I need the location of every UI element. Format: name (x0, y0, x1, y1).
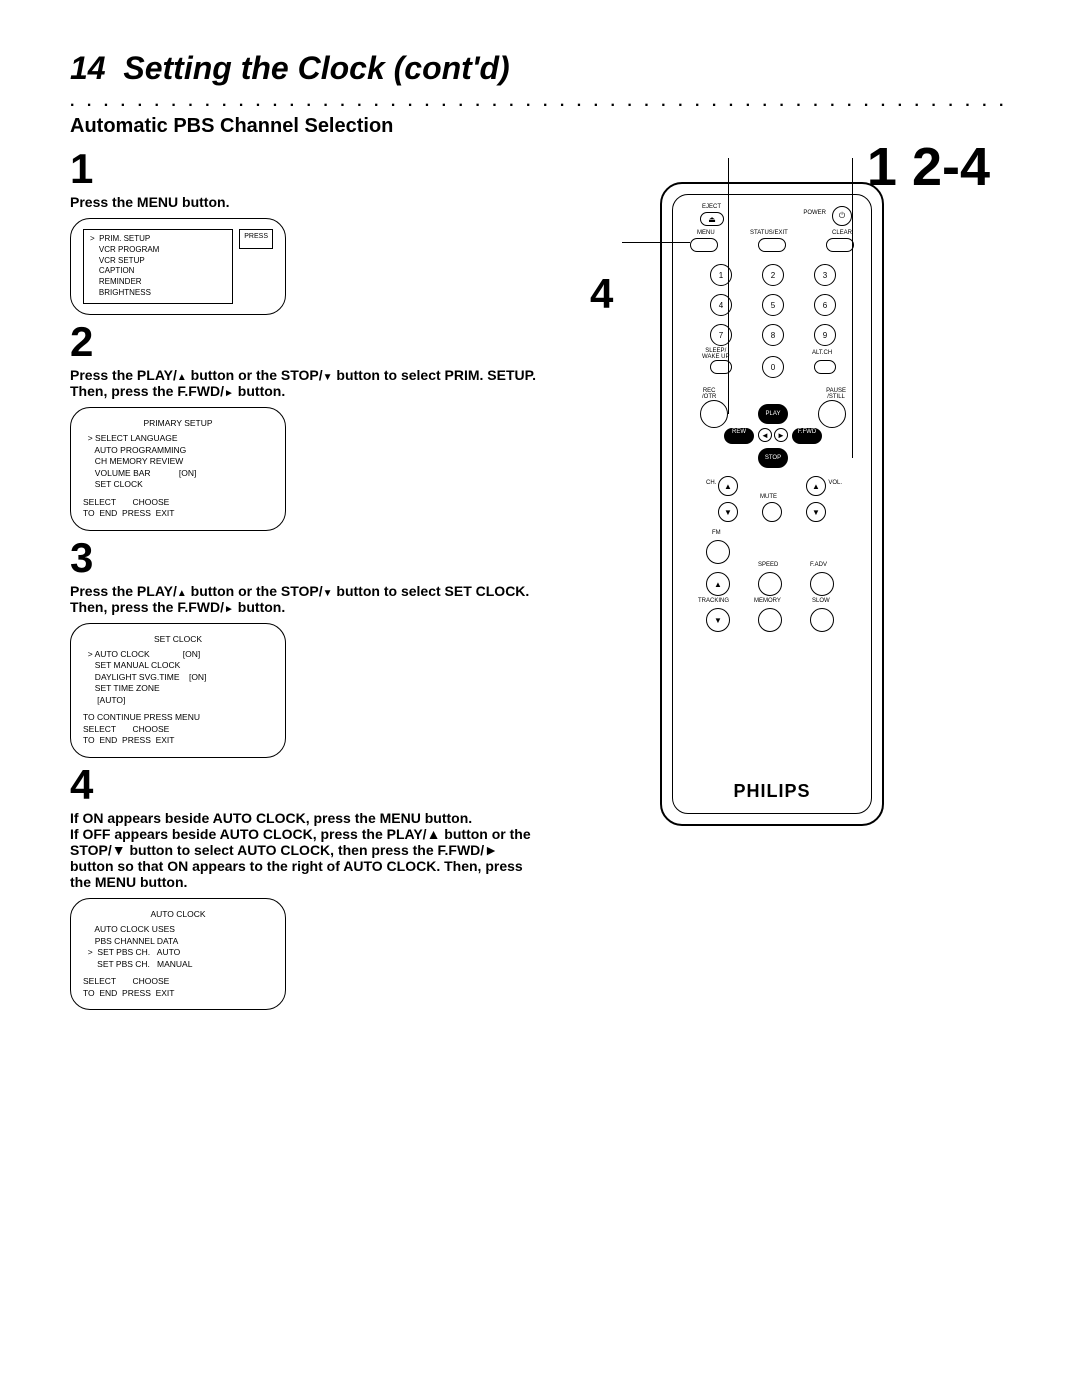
step-num-4: 4 (70, 764, 540, 806)
num-6[interactable]: 6 (814, 294, 836, 316)
power-label: POWER (803, 210, 826, 216)
step-text-1: Press the MENU button. (70, 194, 540, 210)
remote-diagram: EJECT ⏏ POWER ⏻ MENU STATUS/EXIT CLEAR 1… (660, 182, 884, 826)
mute-label: MUTE (760, 494, 777, 500)
speed-button[interactable] (758, 572, 782, 596)
step-num-3: 3 (70, 537, 540, 579)
num-5[interactable]: 5 (762, 294, 784, 316)
ch-up-button[interactable]: ▲ (718, 476, 738, 496)
osd-screen-1: > PRIM. SETUP VCR PROGRAM VCR SETUP CAPT… (70, 218, 286, 315)
altch-label: ALT.CH (812, 350, 832, 356)
section-subtitle: Automatic PBS Channel Selection (70, 115, 1010, 138)
slow-label: SLOW (812, 598, 830, 604)
dir-left-icon: ◄ (758, 428, 772, 442)
num-2[interactable]: 2 (762, 264, 784, 286)
play-button[interactable]: PLAY (758, 404, 788, 424)
sleep-label: SLEEP/ WAKE UP (702, 348, 729, 360)
eject-label: EJECT (702, 204, 721, 210)
rew-button[interactable]: REW (724, 428, 754, 444)
track-up-button[interactable]: ▲ (706, 572, 730, 596)
num-8[interactable]: 8 (762, 324, 784, 346)
fm-button[interactable] (706, 540, 730, 564)
slow-button[interactable] (810, 608, 834, 632)
eject-button[interactable]: ⏏ (700, 212, 724, 226)
track-down-button[interactable]: ▼ (706, 608, 730, 632)
num-3[interactable]: 3 (814, 264, 836, 286)
fm-label: FM (712, 530, 721, 536)
osd-screen-2: PRIMARY SETUP > SELECT LANGUAGE AUTO PRO… (70, 407, 286, 531)
step-text-3: Press the PLAY/ button or the STOP/ butt… (70, 583, 540, 615)
osd-screen-3: SET CLOCK > AUTO CLOCK [ON] SET MANUAL C… (70, 623, 286, 758)
brand-logo: PHILIPS (662, 781, 882, 802)
memory-label: MEMORY (754, 598, 781, 604)
rec-label: REC /OTR (702, 388, 716, 400)
mute-button[interactable] (762, 502, 782, 522)
pause-label: PAUSE /STILL (826, 388, 846, 400)
callout-line-top-a (728, 158, 730, 414)
ch-label: CH. (706, 480, 716, 486)
status-label: STATUS/EXIT (750, 230, 788, 236)
ch-down-button[interactable]: ▼ (718, 502, 738, 522)
memory-button[interactable] (758, 608, 782, 632)
vol-label: VOL. (828, 480, 842, 486)
power-button[interactable]: ⏻ (832, 206, 852, 226)
stop-button[interactable]: STOP (758, 448, 788, 468)
speed-label: SPEED (758, 562, 778, 568)
page-title: 14 Setting the Clock (cont'd) (70, 50, 1010, 87)
pause-button[interactable] (818, 400, 846, 428)
tracking-label: TRACKING (698, 598, 729, 604)
step-num-2: 2 (70, 321, 540, 363)
fadv-button[interactable] (810, 572, 834, 596)
callout-line-top-b (852, 158, 854, 458)
step-text-2: Press the PLAY/ button or the STOP/ butt… (70, 367, 540, 399)
step-text-4: If ON appears beside AUTO CLOCK, press t… (70, 810, 540, 890)
clear-button[interactable] (826, 238, 854, 252)
clear-label: CLEAR (832, 230, 852, 236)
callout-line-4 (622, 242, 690, 243)
status-button[interactable] (758, 238, 786, 252)
num-9[interactable]: 9 (814, 324, 836, 346)
ffwd-button[interactable]: F.FWD (792, 428, 822, 444)
osd-screen-4: AUTO CLOCK AUTO CLOCK USES PBS CHANNEL D… (70, 898, 286, 1010)
press-label: PRESS (239, 229, 273, 249)
menu-label: MENU (697, 230, 715, 236)
step-num-1: 1 (70, 148, 540, 190)
vol-up-button[interactable]: ▲ (806, 476, 826, 496)
num-0[interactable]: 0 (762, 356, 784, 378)
menu-button[interactable] (690, 238, 718, 252)
vol-down-button[interactable]: ▼ (806, 502, 826, 522)
fadv-label: F.ADV (810, 562, 827, 568)
altch-button[interactable] (814, 360, 836, 374)
divider: . . . . . . . . . . . . . . . . . . . . … (70, 93, 1010, 111)
rec-button[interactable] (700, 400, 728, 428)
dir-right-icon: ► (774, 428, 788, 442)
